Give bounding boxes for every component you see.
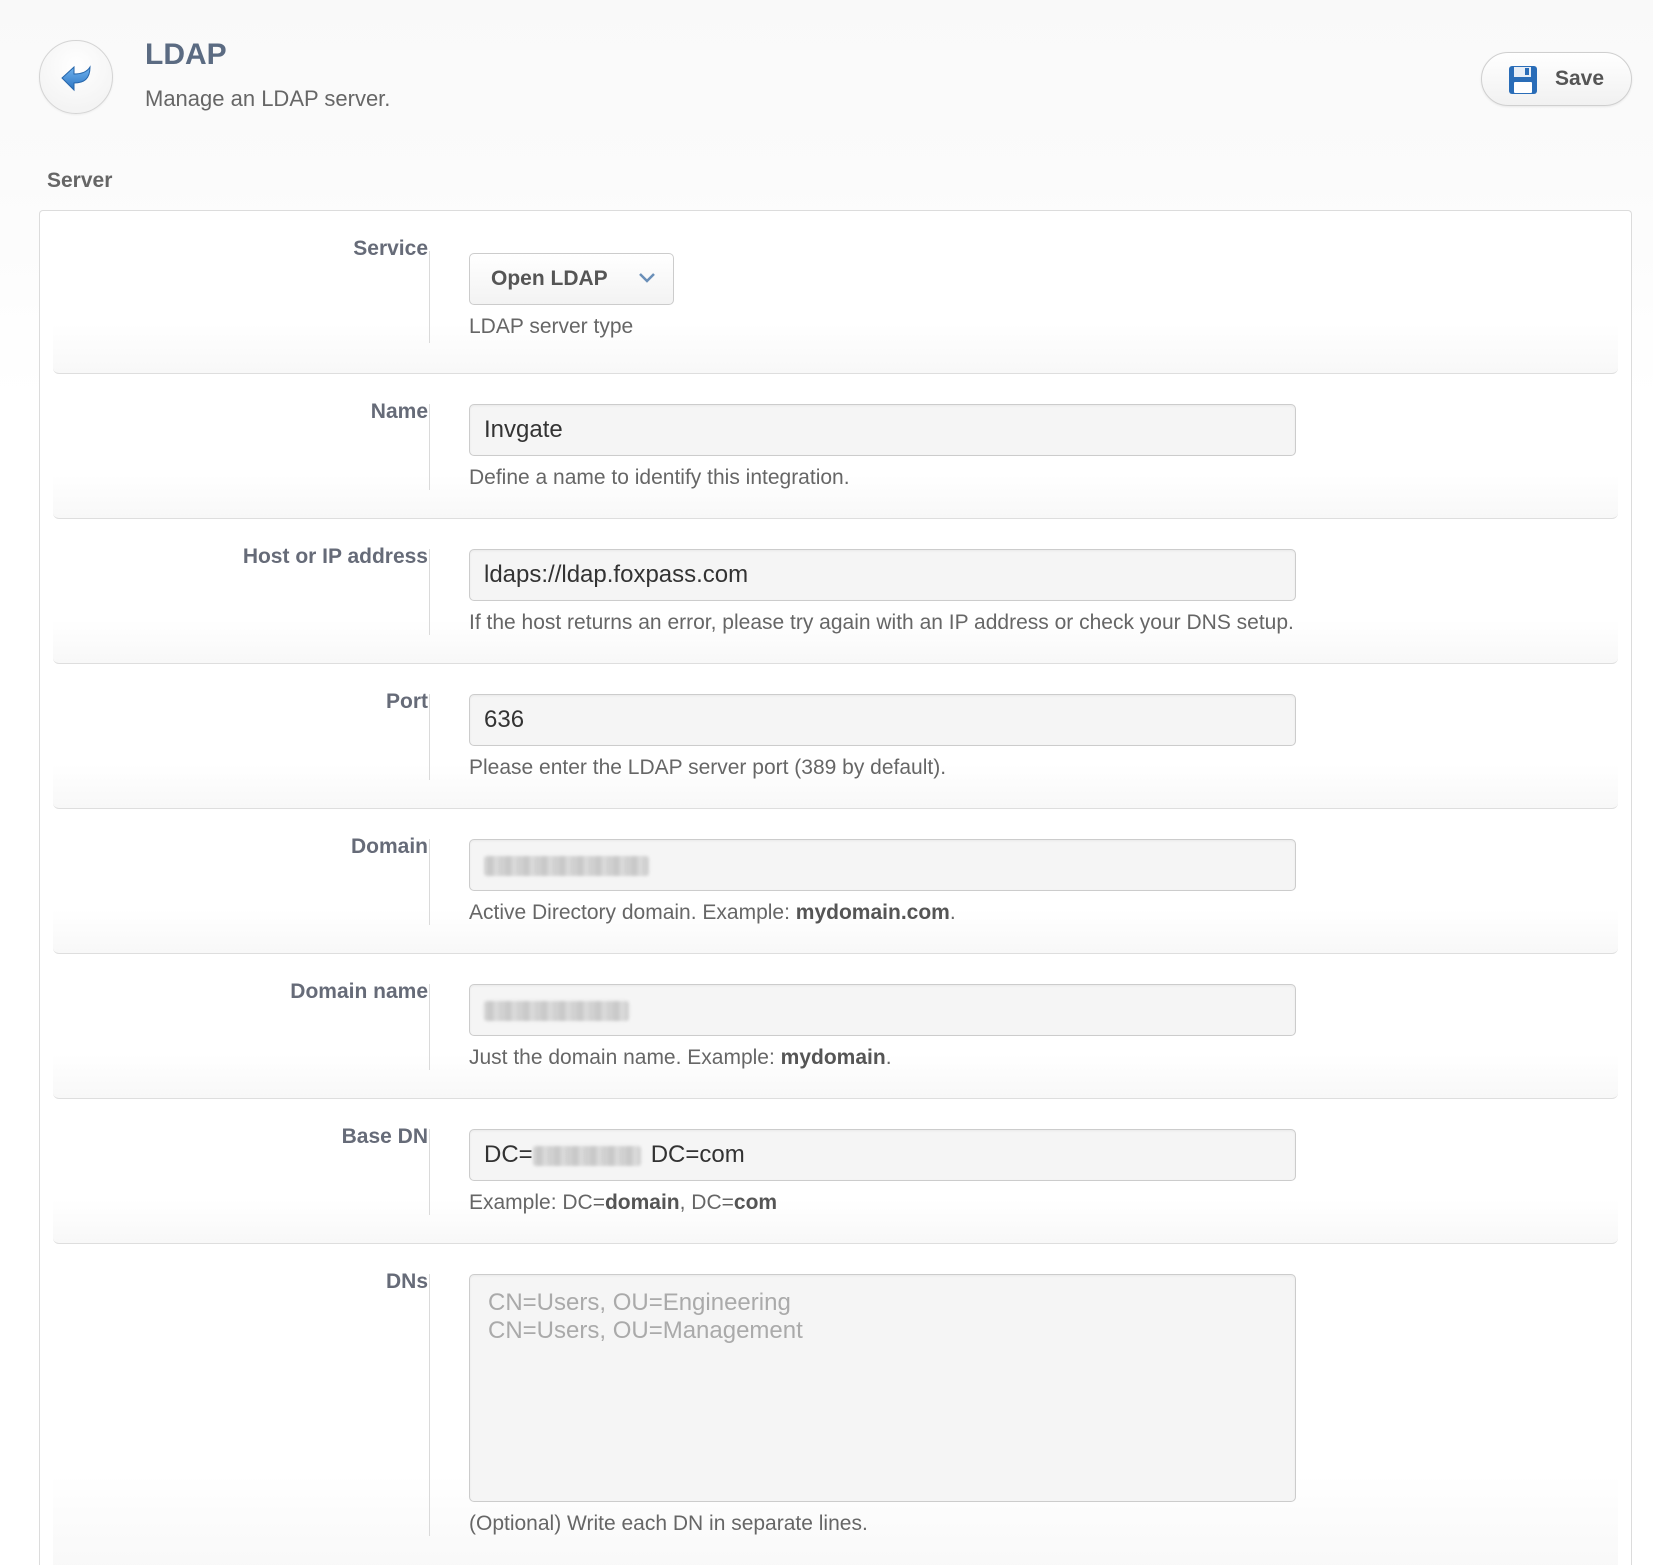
section-title: Server [47,169,113,192]
name-input[interactable]: Invgate [469,404,1296,456]
domain-label: Domain [350,835,428,858]
row-divider [429,404,430,490]
save-button[interactable]: Save [1481,52,1632,106]
row-divider [429,549,430,635]
page-subtitle: Manage an LDAP server. [145,86,391,111]
redacted-value [484,1000,629,1021]
port-help: Please enter the LDAP server port (389 b… [469,756,947,779]
base-dn-input[interactable]: DC= DC=com [469,1129,1296,1181]
page-header: LDAP Manage an LDAP server. Save [0,0,1653,160]
domain-name-label: Domain name [290,980,428,1003]
name-help: Define a name to identify this integrati… [469,466,850,489]
form-row-domain: Domain Active Directory domain. Example:… [53,809,1618,954]
chevron-down-icon [639,273,655,283]
name-label: Name [370,400,428,423]
domain-help: Active Directory domain. Example: mydoma… [469,901,956,924]
dns-help: (Optional) Write each DN in separate lin… [469,1512,868,1535]
row-divider [429,984,430,1070]
floppy-disk-icon [1509,66,1537,94]
domain-input[interactable] [469,839,1296,891]
form-row-host: Host or IP address ldaps://ldap.foxpass.… [53,519,1618,664]
redacted-value [532,1145,641,1166]
row-divider [429,1274,430,1536]
page-title: LDAP [145,38,227,71]
form-row-name: Name Invgate Define a name to identify t… [53,374,1618,519]
port-label: Port [386,690,428,713]
form-row-dns: DNs CN=Users, OU=Engineering CN=Users, O… [53,1244,1618,1565]
domain-name-help: Just the domain name. Example: mydomain. [469,1046,892,1069]
domain-name-input[interactable] [469,984,1296,1036]
base-dn-help: Example: DC=domain, DC=com [469,1191,778,1214]
row-divider [429,694,430,780]
host-label: Host or IP address [242,545,428,568]
row-divider [429,251,430,343]
service-label: Service [353,237,428,260]
host-help: If the host returns an error, please try… [469,611,1294,634]
back-arrow-icon [61,65,91,92]
row-divider [429,1129,430,1215]
service-select[interactable]: Open LDAP [469,253,674,305]
port-input[interactable]: 636 [469,694,1296,746]
save-button-label: Save [1555,67,1605,90]
service-select-value: Open LDAP [491,267,608,290]
base-dn-label: Base DN [341,1125,428,1148]
dns-textarea[interactable]: CN=Users, OU=Engineering CN=Users, OU=Ma… [469,1274,1296,1502]
row-divider [429,839,430,925]
form-row-port: Port 636 Please enter the LDAP server po… [53,664,1618,809]
server-form-panel: Service Open LDAP LDAP server type Name … [39,210,1632,1565]
dns-label: DNs [385,1270,428,1293]
redacted-value [484,855,649,876]
form-row-base-dn: Base DN DC= DC=com Example: DC=domain, DC… [53,1099,1618,1244]
form-row-domain-name: Domain name Just the domain name. Exampl… [53,954,1618,1099]
back-button[interactable] [39,40,113,114]
host-input[interactable]: ldaps://ldap.foxpass.com [469,549,1296,601]
ldap-settings-page: LDAP Manage an LDAP server. Save Server … [0,0,1653,1565]
service-help: LDAP server type [469,315,634,338]
form-row-service: Service Open LDAP LDAP server type [53,211,1618,374]
